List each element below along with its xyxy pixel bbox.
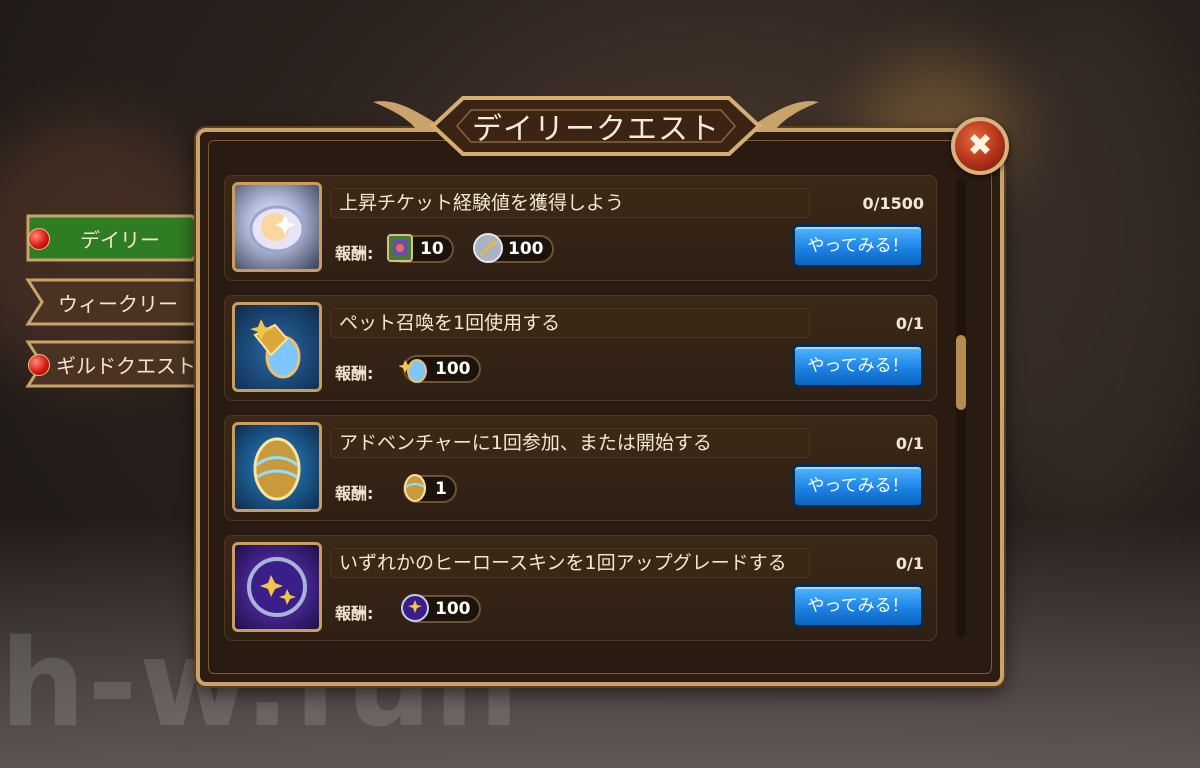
try-button[interactable]: やってみる！ [792,224,924,268]
quest-title: ペット召喚を1回使用する [330,308,810,338]
tab-weekly-label: ウィークリー [58,291,178,316]
title-plate: デイリークエスト [373,96,819,156]
reward-amount: 100 [508,239,544,259]
quest-title: 上昇チケット経験値を獲得しよう [330,188,810,218]
reward-label: 報酬: [335,484,374,503]
quest-row: アドベンチャーに1回参加、または開始する 0/1 報酬: 1 やってみる！ [224,415,937,521]
reward-label: 報酬: [335,364,374,383]
pet-egg-icon [399,359,427,383]
reward-card: 10 [387,234,454,263]
tab-guild-quest-label: ギルドクエスト [56,353,196,378]
card-icon [387,234,413,262]
reward-star-coin: 100 [401,594,481,623]
hero-skin-icon [232,542,322,632]
adventure-egg-icon [232,422,322,512]
tab-guild-quest[interactable]: ギルドクエスト [24,340,204,388]
star-coin-icon [401,594,429,622]
ascension-ticket-icon [232,182,322,272]
quest-progress: 0/1 [895,554,924,573]
reward-pet: 100 [399,355,481,383]
quest-row: 上昇チケット経験値を獲得しよう 0/1500 報酬: 10 100 やってみる！ [224,175,937,281]
reward-amount: 100 [435,599,471,619]
golden-egg-icon [404,474,426,502]
reward-label: 報酬: [335,604,374,623]
notification-dot-icon [28,354,50,376]
scrollbar-thumb[interactable] [956,335,966,410]
quest-progress: 0/1 [895,314,924,333]
tab-weekly[interactable]: ウィークリー [24,278,204,326]
reward-label: 報酬: [335,244,374,263]
sword-coin-icon [473,233,503,263]
quest-progress: 0/1500 [862,194,924,213]
close-button[interactable]: ✖ [951,117,1009,175]
reward-amount: 10 [420,239,444,259]
quest-title: アドベンチャーに1回参加、または開始する [330,428,810,458]
quest-row: いずれかのヒーロースキンを1回アップグレードする 0/1 報酬: 100 やって… [224,535,937,641]
pet-summon-icon [232,302,322,392]
notification-dot-icon [28,228,50,250]
try-button[interactable]: やってみる！ [792,584,924,628]
quest-progress: 0/1 [895,434,924,453]
reward-amount: 1 [435,479,447,499]
page-title: デイリークエスト [472,112,720,147]
tab-daily-label: デイリー [80,227,160,252]
reward-amount: 100 [435,359,471,379]
try-button[interactable]: やってみる！ [792,344,924,388]
reward-coin: 100 [473,233,554,263]
quest-row: ペット召喚を1回使用する 0/1 報酬: 100 やってみる！ [224,295,937,401]
close-icon: ✖ [967,128,993,163]
quest-title: いずれかのヒーロースキンを1回アップグレードする [330,548,810,578]
reward-golden-egg: 1 [403,474,457,503]
try-button[interactable]: やってみる！ [792,464,924,508]
tab-daily[interactable]: デイリー [24,214,214,262]
